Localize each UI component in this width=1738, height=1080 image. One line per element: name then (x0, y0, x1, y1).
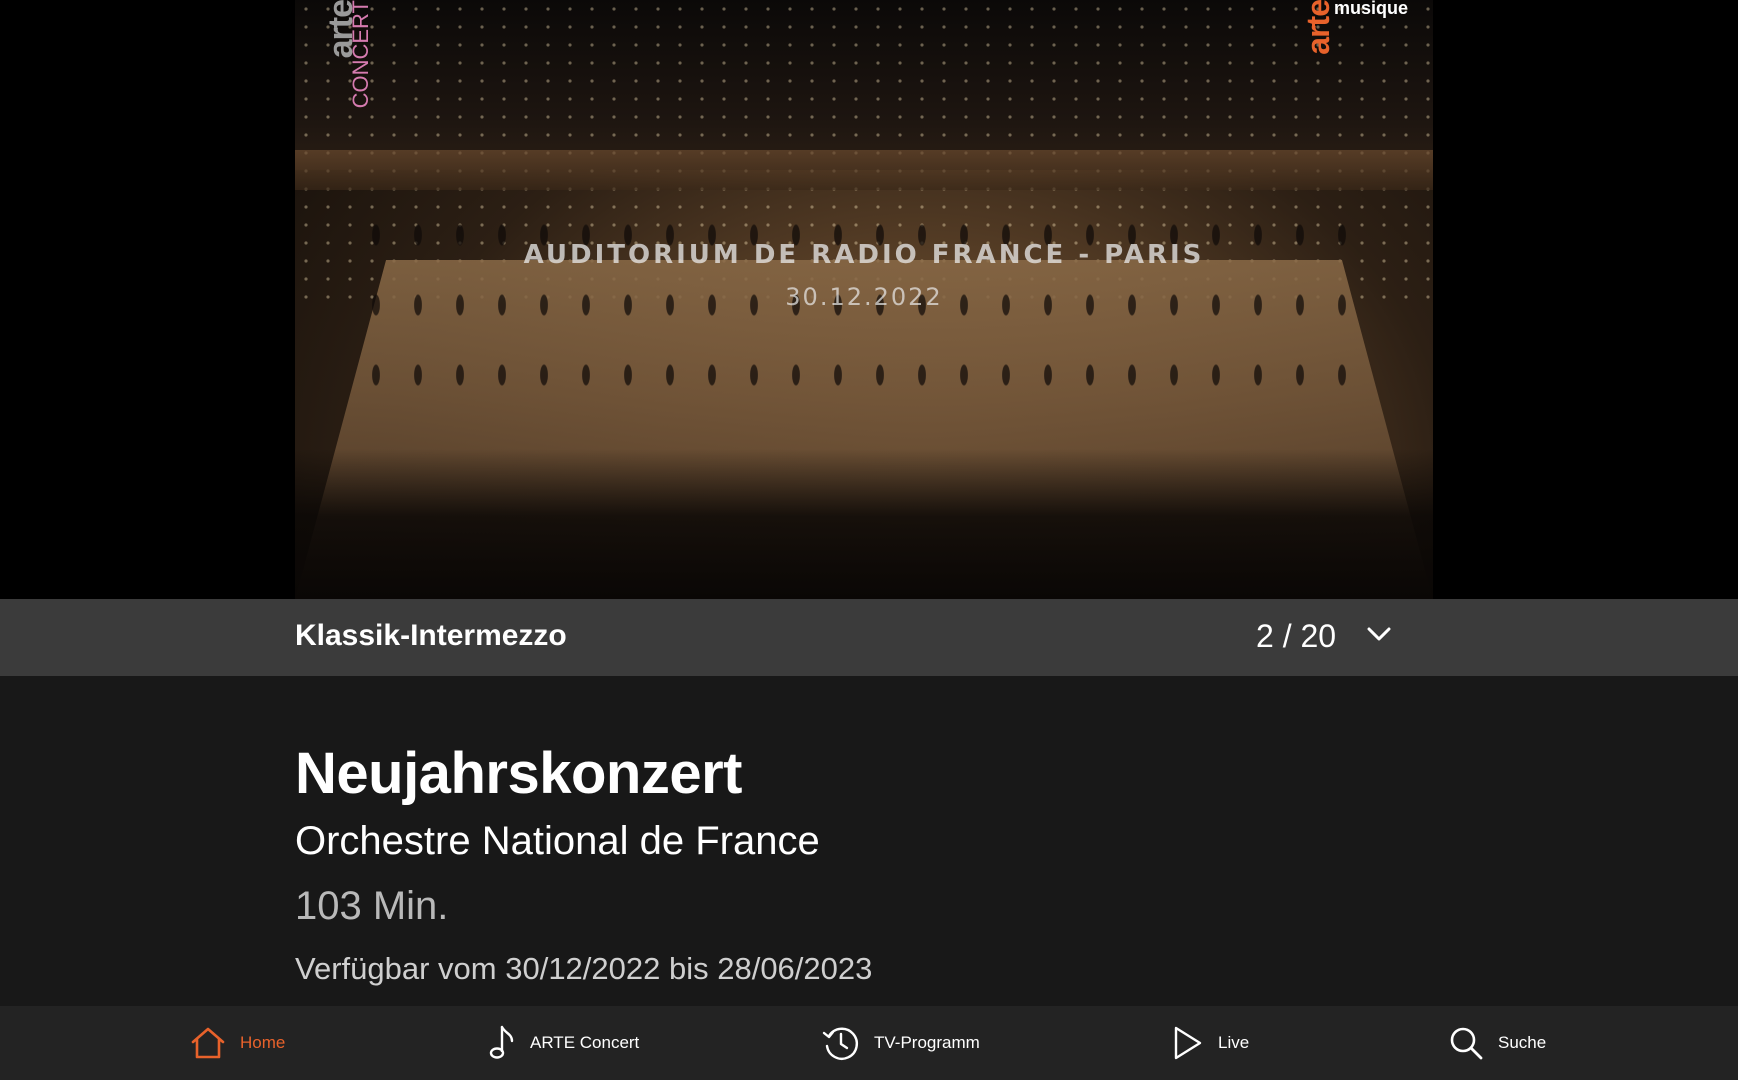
home-icon (190, 1025, 226, 1061)
nav-item-arte-concert[interactable]: ARTE Concert (488, 1006, 639, 1080)
program-subtitle: Orchestre National de France (295, 819, 820, 863)
search-icon (1448, 1025, 1484, 1061)
program-detail: Neujahrskonzert Orchestre National de Fr… (0, 676, 1738, 1006)
video-player[interactable]: arte CONCERT arte musique AUDITORIUM DE … (0, 0, 1738, 599)
bottom-navigation: Home ARTE Concert TV-Programm Live Suche (0, 1006, 1738, 1080)
nav-item-home[interactable]: Home (190, 1006, 285, 1080)
video-overlay-date: 30.12.2022 (785, 283, 943, 311)
video-overlay-title: AUDITORIUM DE RADIO FRANCE - PARIS (523, 240, 1205, 270)
playlist-position: 2 / 20 (1256, 618, 1337, 654)
nav-label-home: Home (240, 1033, 286, 1052)
concert-logo-text: CONCERT (348, 0, 373, 109)
nav-label-tv-programm: TV-Programm (874, 1033, 980, 1052)
chevron-down-icon[interactable] (1364, 619, 1394, 649)
nav-label-live: Live (1218, 1033, 1250, 1052)
program-title: Neujahrskonzert (295, 741, 742, 806)
music-note-icon (488, 1024, 516, 1062)
nav-label-suche: Suche (1498, 1033, 1547, 1052)
arte-logo-text: arte (1300, 0, 1336, 55)
video-audience (295, 449, 1433, 599)
app-screen: arte CONCERT arte musique AUDITORIUM DE … (0, 0, 1738, 1080)
video-balcony (295, 150, 1433, 190)
history-clock-icon (822, 1024, 860, 1062)
arte-concert-logo: arte CONCERT (322, 0, 373, 108)
musique-logo-text: musique (1334, 0, 1409, 18)
nav-item-suche[interactable]: Suche (1448, 1006, 1546, 1080)
nav-label-arte-concert: ARTE Concert (530, 1033, 640, 1052)
nav-item-tv-programm[interactable]: TV-Programm (822, 1006, 980, 1080)
program-availability: Verfügbar vom 30/12/2022 bis 28/06/2023 (295, 951, 873, 986)
program-duration: 103 Min. (295, 884, 449, 928)
playlist-name: Klassik-Intermezzo (295, 619, 567, 652)
play-icon (1172, 1025, 1204, 1061)
arte-musique-logo: arte musique (1300, 0, 1430, 90)
nav-item-live[interactable]: Live (1172, 1006, 1249, 1080)
playlist-bar[interactable]: Klassik-Intermezzo 2 / 20 (0, 599, 1738, 676)
